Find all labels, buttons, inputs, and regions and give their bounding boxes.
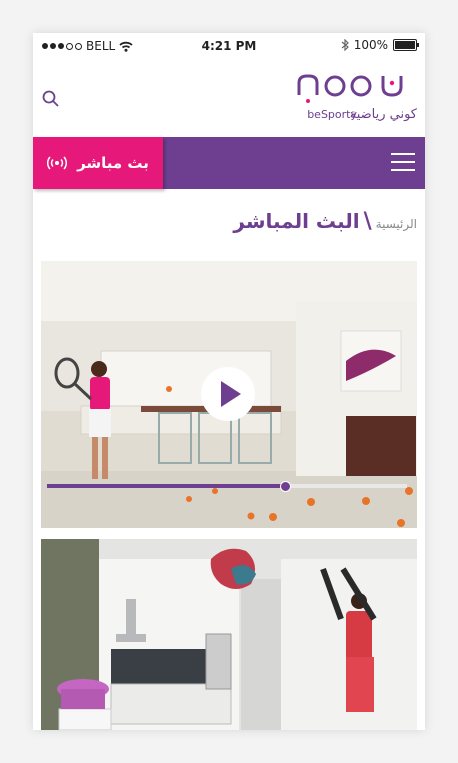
video-card[interactable] (41, 261, 417, 528)
logo-mark-icon (297, 74, 403, 103)
app-header: كوني رياضية beSporty (33, 59, 425, 137)
video-card[interactable] (41, 539, 417, 730)
brand-logo[interactable]: كوني رياضية beSporty (297, 73, 417, 122)
progress-fill (47, 484, 285, 488)
battery-level (395, 41, 415, 49)
video-progress-bar[interactable] (47, 481, 407, 492)
nav-bar: بث مباشر (33, 137, 425, 189)
breadcrumb: الرئيسية \ البث المباشر (233, 209, 417, 234)
bluetooth-icon (341, 39, 349, 51)
phone-screen: BELL 4:21 PM 100% كوني رياضية beSporty ب… (33, 33, 425, 730)
play-button[interactable] (201, 367, 255, 421)
logo-english-text: beSporty (307, 108, 357, 121)
status-bar: BELL 4:21 PM 100% (33, 33, 425, 59)
live-stream-label: بث مباشر (77, 154, 149, 172)
live-stream-button[interactable]: بث مباشر (33, 137, 163, 189)
broadcast-icon (47, 156, 68, 170)
progress-knob[interactable] (279, 481, 291, 492)
hamburger-menu-icon[interactable] (391, 153, 415, 173)
logo-arabic-text: كوني رياضية (349, 107, 417, 122)
search-icon[interactable] (41, 89, 61, 109)
battery-percent: 100% (353, 38, 388, 52)
battery-info: 100% (341, 38, 419, 52)
breadcrumb-separator: \ (363, 209, 372, 234)
page-title: البث المباشر (233, 209, 360, 233)
video-thumbnail (41, 539, 417, 730)
battery-icon (393, 39, 419, 51)
breadcrumb-home-link[interactable]: الرئيسية (376, 217, 417, 231)
